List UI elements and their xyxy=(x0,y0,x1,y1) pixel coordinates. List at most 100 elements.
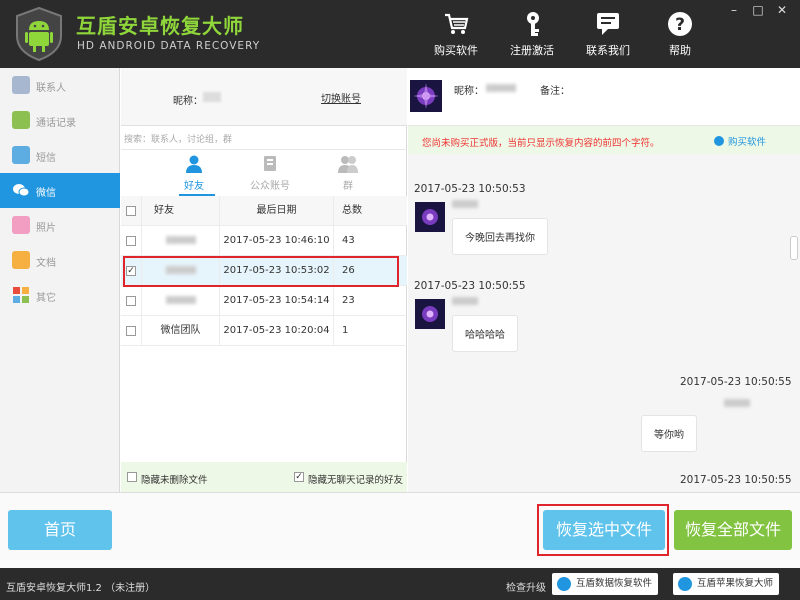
message-time: 2017-05-23 10:50:55 xyxy=(414,280,526,292)
buy-software-label: 购买软件 xyxy=(434,44,478,57)
sender-name-redacted xyxy=(724,399,750,407)
row-checkbox[interactable] xyxy=(126,296,136,306)
contact-us-button[interactable]: 联系我们 xyxy=(573,10,643,62)
selection-highlight-frame xyxy=(123,256,399,287)
tab-label: 群 xyxy=(343,181,353,192)
contacts-icon xyxy=(12,76,30,94)
avatar xyxy=(415,202,445,232)
chat-header: 昵称： 备注： xyxy=(408,68,800,126)
recover-all-button[interactable]: 恢复全部文件 xyxy=(674,510,792,550)
action-bar: 首页 恢复选中文件 恢复全部文件 xyxy=(0,492,800,568)
row-date: 2017-05-23 10:46:10 xyxy=(219,226,333,256)
hide-deleted-checkbox[interactable] xyxy=(127,472,137,482)
hide-no-chat-checkbox[interactable]: ✓ xyxy=(294,472,304,482)
register-button[interactable]: 注册激活 xyxy=(497,10,567,62)
info-icon xyxy=(714,136,724,146)
col-last-date[interactable]: 最后日期 xyxy=(219,196,333,226)
switch-account-link[interactable]: 切换账号 xyxy=(321,90,361,105)
group-icon xyxy=(338,156,358,173)
table-row[interactable]: 微信团队 2017-05-23 10:20:04 1 xyxy=(121,316,407,346)
cart-icon xyxy=(445,13,469,34)
sidebar-item-documents[interactable]: 文档 xyxy=(0,243,120,278)
sidebar-item-label: 其它 xyxy=(36,293,56,304)
sidebar-item-wechat[interactable]: 微信 xyxy=(0,173,120,208)
data-recovery-icon xyxy=(557,577,571,591)
sidebar-item-other[interactable]: 其它 xyxy=(0,278,120,313)
android-shield-logo xyxy=(16,6,62,62)
row-count: 1 xyxy=(333,316,407,346)
app-subtitle: HD ANDROID DATA RECOVERY xyxy=(77,40,261,52)
chat-note-label: 备注： xyxy=(540,86,570,97)
sidebar-item-label: 文档 xyxy=(36,258,56,269)
app-version: 互盾安卓恢复大师1.2 （未注册） xyxy=(6,583,156,594)
tab-official-accounts[interactable]: 公众账号 xyxy=(235,154,305,194)
row-date: 2017-05-23 10:20:04 xyxy=(219,316,333,346)
iphone-recovery-label: 互盾苹果恢复大师 xyxy=(697,578,774,589)
chat-nickname-redacted xyxy=(486,84,516,92)
official-account-icon xyxy=(264,156,276,171)
table-row[interactable]: 2017-05-23 10:46:10 43 xyxy=(121,226,407,256)
sms-icon xyxy=(12,146,30,164)
recover-selected-button[interactable]: 恢复选中文件 xyxy=(543,510,665,550)
avatar xyxy=(410,80,442,112)
check-update-link[interactable]: 检查升级 xyxy=(506,579,546,594)
maximize-button[interactable]: □ xyxy=(748,2,768,18)
sidebar-item-label: 微信 xyxy=(36,188,56,199)
sidebar-item-sms[interactable]: 短信 xyxy=(0,138,120,173)
minimize-button[interactable]: – xyxy=(724,2,744,18)
table-row[interactable]: 2017-05-23 10:54:14 23 xyxy=(121,286,407,316)
hide-no-chat-label: 隐藏无聊天记录的好友 xyxy=(308,475,404,486)
chat-icon xyxy=(597,13,619,35)
message-bubble: 等你哟 xyxy=(641,415,697,452)
hide-deleted-label: 隐藏未删除文件 xyxy=(141,475,208,486)
account-row: 昵称： 切换账号 xyxy=(121,68,407,126)
tab-groups[interactable]: 群 xyxy=(313,154,383,194)
tab-friends[interactable]: 好友 xyxy=(159,154,229,194)
friend-name-redacted xyxy=(141,226,219,256)
close-button[interactable]: ✕ xyxy=(772,2,792,18)
sidebar-item-label: 通话记录 xyxy=(36,118,76,129)
row-date: 2017-05-23 10:54:14 xyxy=(219,286,333,316)
friend-name: 微信团队 xyxy=(141,316,219,346)
contact-us-label: 联系我们 xyxy=(586,44,630,57)
select-all-checkbox[interactable] xyxy=(126,206,136,216)
status-bar: 互盾安卓恢复大师1.2 （未注册） 检查升级 互盾数据恢复软件 互盾苹果恢复大师 xyxy=(0,568,800,600)
col-friend[interactable]: 好友 xyxy=(141,196,219,226)
chat-nickname-label: 昵称： xyxy=(454,86,484,97)
other-icon xyxy=(13,287,29,303)
iphone-recovery-button[interactable]: 互盾苹果恢复大师 xyxy=(673,573,780,595)
svg-text:?: ? xyxy=(675,15,685,35)
wechat-icon xyxy=(13,184,30,197)
data-recovery-button[interactable]: 互盾数据恢复软件 xyxy=(552,573,659,595)
tab-label: 好友 xyxy=(184,181,204,192)
sidebar: 联系人 通话记录 短信 微信 照片 文档 其它 xyxy=(0,68,120,492)
message-bubble: 今晚回去再找你 xyxy=(452,218,548,255)
buy-software-link[interactable]: 购买软件 xyxy=(714,134,766,148)
filter-bar: 隐藏未删除文件 ✓ 隐藏无聊天记录的好友 xyxy=(121,462,407,492)
register-label: 注册激活 xyxy=(510,44,554,57)
row-checkbox[interactable] xyxy=(126,326,136,336)
tab-label: 公众账号 xyxy=(250,181,290,192)
help-icon: ? xyxy=(668,12,692,36)
row-checkbox[interactable] xyxy=(126,236,136,246)
sidebar-item-photos[interactable]: 照片 xyxy=(0,208,120,243)
nickname-value-redacted xyxy=(203,92,221,102)
search-input[interactable]: 搜索：联系人，讨论组，群 xyxy=(121,126,407,150)
sidebar-item-calls[interactable]: 通话记录 xyxy=(0,103,120,138)
buy-software-button[interactable]: 购买软件 xyxy=(421,10,491,62)
trial-notice-text: 您尚未购买正式版，当前只显示恢复内容的前四个字符。 xyxy=(422,138,660,149)
table-header: 好友 最后日期 总数 xyxy=(121,196,407,226)
sidebar-item-contacts[interactable]: 联系人 xyxy=(0,68,120,103)
chat-scrollbar[interactable] xyxy=(790,236,798,260)
help-button[interactable]: ? 帮助 xyxy=(645,10,715,62)
key-icon xyxy=(527,12,539,36)
app-title: 互盾安卓恢复大师 xyxy=(76,14,244,38)
message-time: 2017-05-23 10:50:55 xyxy=(680,474,792,486)
col-total[interactable]: 总数 xyxy=(333,196,407,226)
person-icon xyxy=(186,155,202,173)
help-label: 帮助 xyxy=(669,44,691,57)
message-time: 2017-05-23 10:50:53 xyxy=(414,183,526,195)
avatar xyxy=(415,299,445,329)
home-button[interactable]: 首页 xyxy=(8,510,112,550)
window-controls: – □ ✕ xyxy=(724,2,794,18)
